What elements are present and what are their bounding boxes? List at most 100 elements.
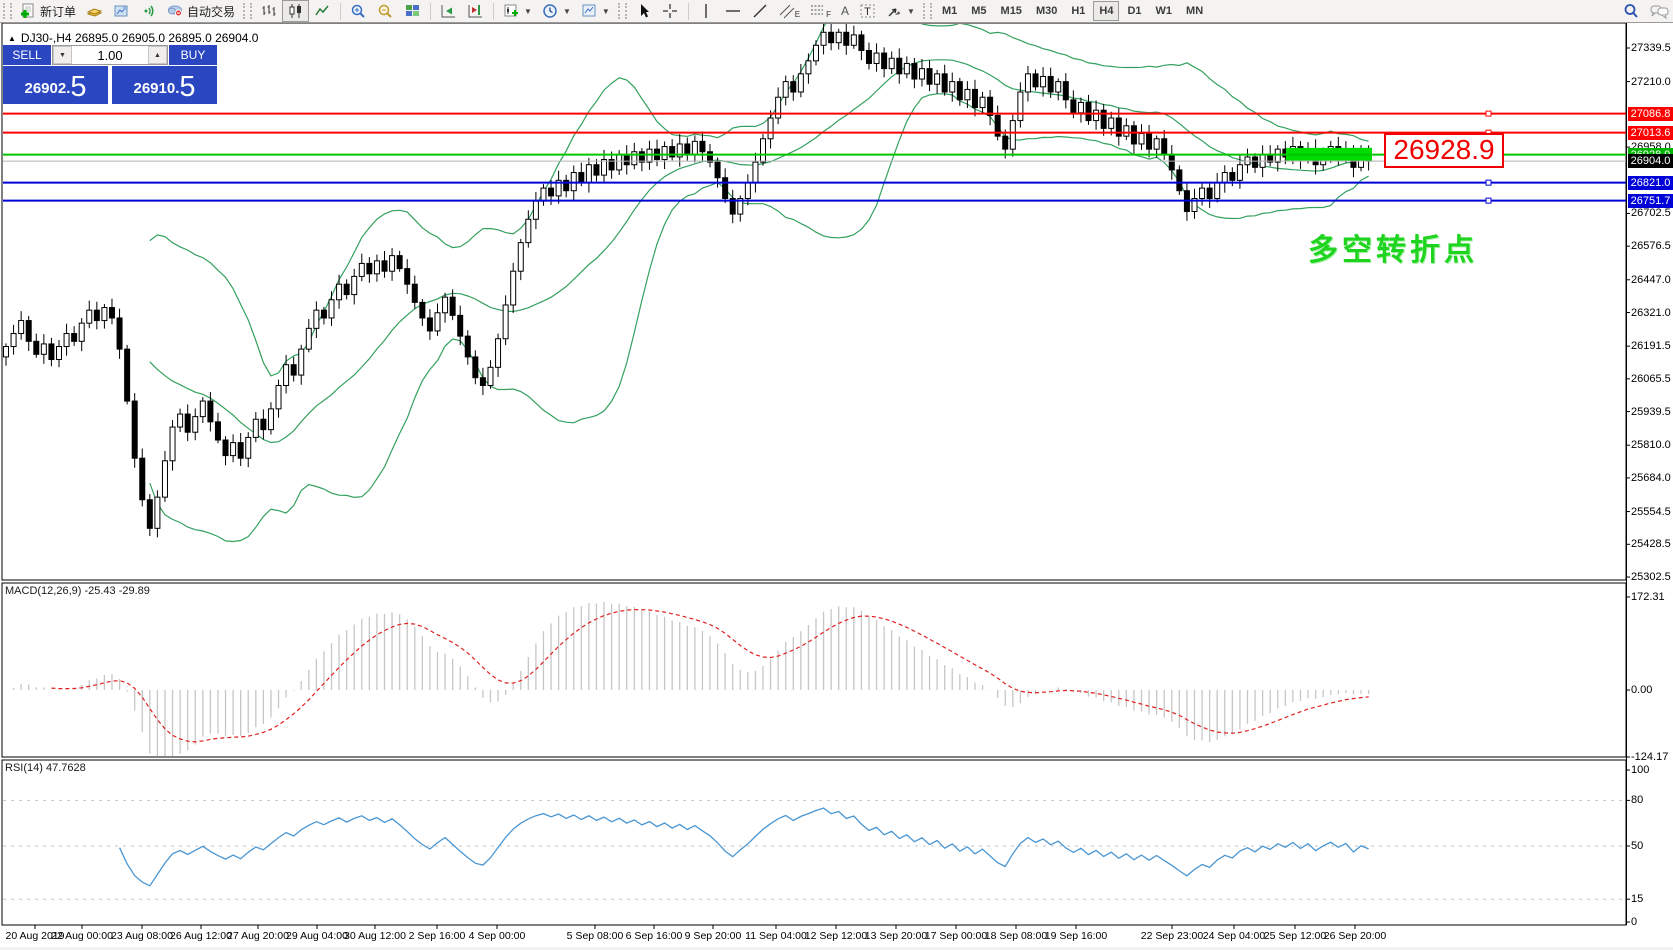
templates-dropdown[interactable]: ▼ bbox=[576, 0, 615, 22]
fibonacci-button[interactable]: F bbox=[805, 0, 836, 22]
autotrading-label: 自动交易 bbox=[187, 3, 235, 20]
y-axis-tick-label: 0 bbox=[1631, 916, 1637, 928]
buy-button[interactable]: BUY bbox=[169, 45, 217, 65]
toolbar-grip[interactable] bbox=[618, 3, 627, 19]
tf-m5-button[interactable]: M5 bbox=[965, 1, 992, 21]
candlestick-icon bbox=[287, 3, 304, 19]
tf-h1-button[interactable]: H1 bbox=[1065, 1, 1091, 21]
price-annotation-box[interactable]: 26928.9 bbox=[1384, 133, 1504, 168]
trendline-button[interactable] bbox=[747, 0, 774, 22]
level-price-label: 26904.0 bbox=[1628, 154, 1673, 168]
period-clock-dropdown[interactable]: ▼ bbox=[537, 0, 576, 22]
y-axis-tick-label: 80 bbox=[1631, 794, 1643, 806]
y-axis-tick-label: 100 bbox=[1631, 764, 1649, 776]
x-axis-date-label: 23 Aug 08:00 bbox=[111, 930, 173, 942]
tf-h4-button[interactable]: H4 bbox=[1093, 1, 1119, 21]
chart-title: ▲ DJ30-,H4 26895.0 26905.0 26895.0 26904… bbox=[8, 31, 258, 45]
equidistant-channel-button[interactable]: E bbox=[774, 0, 805, 22]
pivot-annotation-text[interactable]: 多空转折点 bbox=[1308, 225, 1478, 269]
candlestick-type-button[interactable] bbox=[282, 0, 309, 22]
publish-chart-button[interactable] bbox=[108, 0, 135, 22]
chart-shift-icon bbox=[467, 3, 484, 19]
vertical-line-button[interactable] bbox=[693, 0, 720, 22]
mt-terminal-window: 新订单 自动交易 bbox=[0, 0, 1673, 950]
tf-w1-button[interactable]: W1 bbox=[1150, 1, 1179, 21]
horizontal-line-button[interactable] bbox=[720, 0, 747, 22]
clock-icon bbox=[542, 3, 559, 19]
signals-button[interactable] bbox=[135, 0, 162, 22]
search-icon[interactable] bbox=[1623, 3, 1640, 19]
shapes-dropdown[interactable]: ▼ bbox=[881, 0, 920, 22]
line-chart-type-button[interactable] bbox=[309, 0, 336, 22]
toolbar-grip[interactable] bbox=[3, 3, 12, 19]
rsi-header: RSI(14) 47.7628 bbox=[5, 762, 86, 774]
volume-decrease-button[interactable]: ▼ bbox=[53, 46, 72, 64]
y-axis-tick-label: 25939.5 bbox=[1631, 406, 1671, 418]
x-axis-date-label: 22 Sep 23:00 bbox=[1141, 930, 1203, 942]
chat-icon[interactable] bbox=[1650, 3, 1667, 19]
signal-waves-icon bbox=[140, 3, 157, 19]
x-axis-date-label: 9 Sep 20:00 bbox=[685, 930, 742, 942]
sell-price-display[interactable]: 26902.5 bbox=[3, 66, 108, 104]
y-axis-tick-label: 26447.0 bbox=[1631, 274, 1671, 286]
x-axis-date-label: 4 Sep 00:00 bbox=[469, 930, 526, 942]
template-chart-icon bbox=[581, 3, 598, 19]
toolbar-grip[interactable] bbox=[243, 3, 252, 19]
volume-increase-button[interactable]: ▲ bbox=[148, 46, 167, 64]
tf-m30-button[interactable]: M30 bbox=[1030, 1, 1063, 21]
autotrading-button[interactable]: 自动交易 bbox=[162, 0, 240, 22]
toolbar-grip[interactable] bbox=[923, 3, 932, 19]
tf-m15-button[interactable]: M15 bbox=[995, 1, 1028, 21]
sell-price-main: 26902 bbox=[24, 76, 66, 102]
y-axis-tick-label: 15 bbox=[1631, 893, 1643, 905]
zoom-in-button[interactable] bbox=[345, 0, 372, 22]
x-axis-date-label: 26 Sep 20:00 bbox=[1324, 930, 1386, 942]
buy-price-pips: 5 bbox=[179, 72, 195, 102]
new-order-button[interactable]: 新订单 bbox=[15, 0, 81, 22]
chart-window[interactable]: ▲ DJ30-,H4 26895.0 26905.0 26895.0 26904… bbox=[0, 23, 1673, 950]
channel-letter: E bbox=[795, 10, 800, 19]
level-price-label: 27013.6 bbox=[1628, 126, 1673, 140]
zoom-out-button[interactable] bbox=[372, 0, 399, 22]
fibo-letter: F bbox=[826, 10, 831, 19]
zoom-in-icon bbox=[350, 3, 367, 19]
bar-chart-icon bbox=[260, 3, 277, 19]
bar-chart-type-button[interactable] bbox=[255, 0, 282, 22]
auto-scroll-button[interactable] bbox=[435, 0, 462, 22]
text-tool-letter: A bbox=[841, 4, 849, 18]
text-label-button[interactable]: T bbox=[854, 0, 881, 22]
svg-text:T: T bbox=[864, 6, 871, 18]
crosshair-icon bbox=[662, 3, 679, 19]
chart-shift-button[interactable] bbox=[462, 0, 489, 22]
volume-input[interactable] bbox=[72, 46, 148, 64]
tf-m1-button[interactable]: M1 bbox=[936, 1, 963, 21]
y-axis-tick-label: 25810.0 bbox=[1631, 439, 1671, 451]
text-button[interactable]: A bbox=[836, 0, 854, 22]
y-axis-tick-label: 0.00 bbox=[1631, 684, 1652, 696]
buy-price-display[interactable]: 26910.5 bbox=[112, 66, 217, 104]
collapse-triangle-icon[interactable]: ▲ bbox=[8, 34, 16, 43]
depth-of-market-button[interactable] bbox=[81, 0, 108, 22]
level-price-label: 27086.8 bbox=[1628, 107, 1673, 121]
autotrading-cloud-icon bbox=[167, 3, 184, 19]
x-axis-date-label: 29 Aug 04:00 bbox=[286, 930, 348, 942]
label-tool-icon: T bbox=[859, 3, 876, 19]
y-axis-tick-label: 26065.5 bbox=[1631, 373, 1671, 385]
x-axis-date-label: 26 Aug 12:00 bbox=[170, 930, 232, 942]
new-chart-dropdown[interactable]: ▼ bbox=[498, 0, 537, 22]
trendline-icon bbox=[752, 3, 769, 19]
tf-d1-button[interactable]: D1 bbox=[1121, 1, 1147, 21]
tf-mn-button[interactable]: MN bbox=[1180, 1, 1209, 21]
y-axis-tick-label: 50 bbox=[1631, 840, 1643, 852]
cursor-arrow-icon bbox=[635, 3, 652, 19]
x-axis-date-label: 25 Sep 12:00 bbox=[1264, 930, 1326, 942]
x-axis-date-label: 27 Aug 20:00 bbox=[227, 930, 289, 942]
publish-chart-icon bbox=[113, 3, 130, 19]
cursor-button[interactable] bbox=[630, 0, 657, 22]
gold-book-icon bbox=[86, 3, 103, 19]
crosshair-button[interactable] bbox=[657, 0, 684, 22]
tile-windows-button[interactable] bbox=[399, 0, 426, 22]
sell-button[interactable]: SELL bbox=[3, 45, 51, 65]
y-axis-tick-label: 26576.5 bbox=[1631, 240, 1671, 252]
y-axis-tick-label: 25684.0 bbox=[1631, 472, 1671, 484]
